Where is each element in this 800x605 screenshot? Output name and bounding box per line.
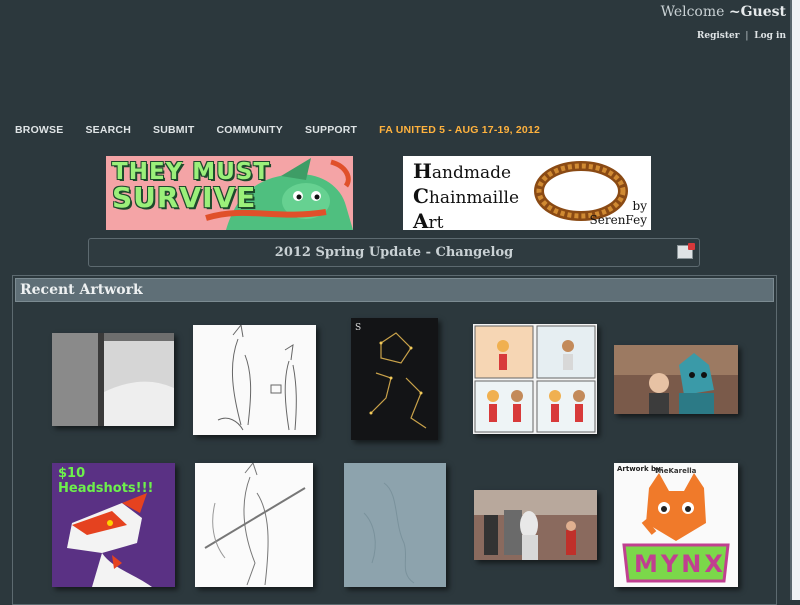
thumbnail-comic-strip[interactable] bbox=[473, 324, 597, 434]
banner-right-author: SerenFey bbox=[589, 213, 647, 227]
register-link[interactable]: Register bbox=[697, 31, 740, 41]
banner-right-by: by bbox=[632, 199, 647, 213]
update-changelog-bar[interactable]: 2012 Spring Update - Changelog bbox=[88, 238, 700, 267]
banner-left-line2: SURVIVE bbox=[112, 181, 257, 214]
svg-text:S: S bbox=[355, 323, 361, 333]
banner-chainmaille[interactable]: Handmade Chainmaille Art by SerenFey bbox=[403, 156, 651, 230]
recent-artwork-title: Recent Artwork bbox=[15, 278, 774, 302]
thumbnail-street-fursuits[interactable] bbox=[474, 490, 597, 560]
thumbnail-fursuit-photo[interactable] bbox=[614, 345, 738, 414]
mynx-badge-name: MYNX bbox=[634, 550, 726, 578]
nav-promo-fa-united[interactable]: FA UNITED 5 - AUG 17-19, 2012 bbox=[379, 124, 540, 136]
thumbnail-image: S bbox=[351, 318, 438, 440]
nav-support[interactable]: SUPPORT bbox=[305, 124, 357, 136]
thumbnail-image bbox=[195, 463, 313, 587]
mynx-badge-artist: TheKarella bbox=[654, 467, 697, 475]
banner-left-text: THEY MUST SURVIVE bbox=[112, 160, 270, 214]
nav-browse[interactable]: BROWSE bbox=[15, 124, 63, 136]
banner-right-cap-3: A bbox=[413, 209, 429, 231]
headshots-ad-text: $10 Headshots!!! bbox=[58, 466, 154, 496]
banner-right-line2: hainmaille bbox=[428, 188, 520, 208]
banner-right-line3: rt bbox=[428, 213, 444, 230]
nav-search[interactable]: SEARCH bbox=[85, 124, 131, 136]
thumbnail-mynx-badge[interactable]: Artwork by: TheKarella MYNX bbox=[614, 463, 738, 587]
thumbnail-blue-sketch[interactable] bbox=[344, 463, 446, 587]
link-separator: | bbox=[745, 31, 749, 41]
banner-right-text: Handmade Chainmaille Art bbox=[413, 159, 520, 231]
thumbnail-two-characters-sketch[interactable] bbox=[193, 325, 316, 435]
banner-right-cap-1: H bbox=[413, 159, 432, 183]
banner-they-must-survive[interactable]: THEY MUST SURVIVE bbox=[106, 156, 353, 230]
thumbnail-image bbox=[474, 490, 597, 560]
thumbnail-snowy-doorway[interactable] bbox=[52, 333, 174, 426]
nav-submit[interactable]: SUBMIT bbox=[153, 124, 194, 136]
thumbnail-image bbox=[52, 333, 174, 426]
thumbnail-image bbox=[473, 324, 597, 434]
account-links: Register | Log in bbox=[697, 31, 786, 41]
main-nav: BROWSE SEARCH SUBMIT COMMUNITY SUPPORT F… bbox=[15, 124, 562, 136]
thumbnail-image bbox=[614, 345, 738, 414]
user-name: ~Guest bbox=[728, 4, 786, 20]
welcome-message: Welcome ~Guest bbox=[661, 4, 786, 20]
window-scrollbar[interactable] bbox=[790, 0, 800, 600]
banner-right-cap-2: C bbox=[413, 184, 429, 208]
thumbnail-image bbox=[344, 463, 446, 587]
thumbnail-image bbox=[193, 325, 316, 435]
banner-right-byline: by SerenFey bbox=[590, 199, 647, 227]
nav-community[interactable]: COMMUNITY bbox=[216, 124, 283, 136]
thumbnail-constellation-dark[interactable]: S bbox=[351, 318, 438, 440]
thumbnail-sword-sketch[interactable] bbox=[195, 463, 313, 587]
thumbnail-headshots-ad[interactable]: $10 Headshots!!! bbox=[52, 463, 175, 587]
welcome-label: Welcome bbox=[660, 4, 725, 20]
banner-right-line1: andmade bbox=[431, 163, 512, 183]
dismiss-icon[interactable] bbox=[677, 243, 695, 259]
login-link[interactable]: Log in bbox=[754, 31, 786, 41]
update-changelog-title[interactable]: 2012 Spring Update - Changelog bbox=[275, 245, 513, 260]
